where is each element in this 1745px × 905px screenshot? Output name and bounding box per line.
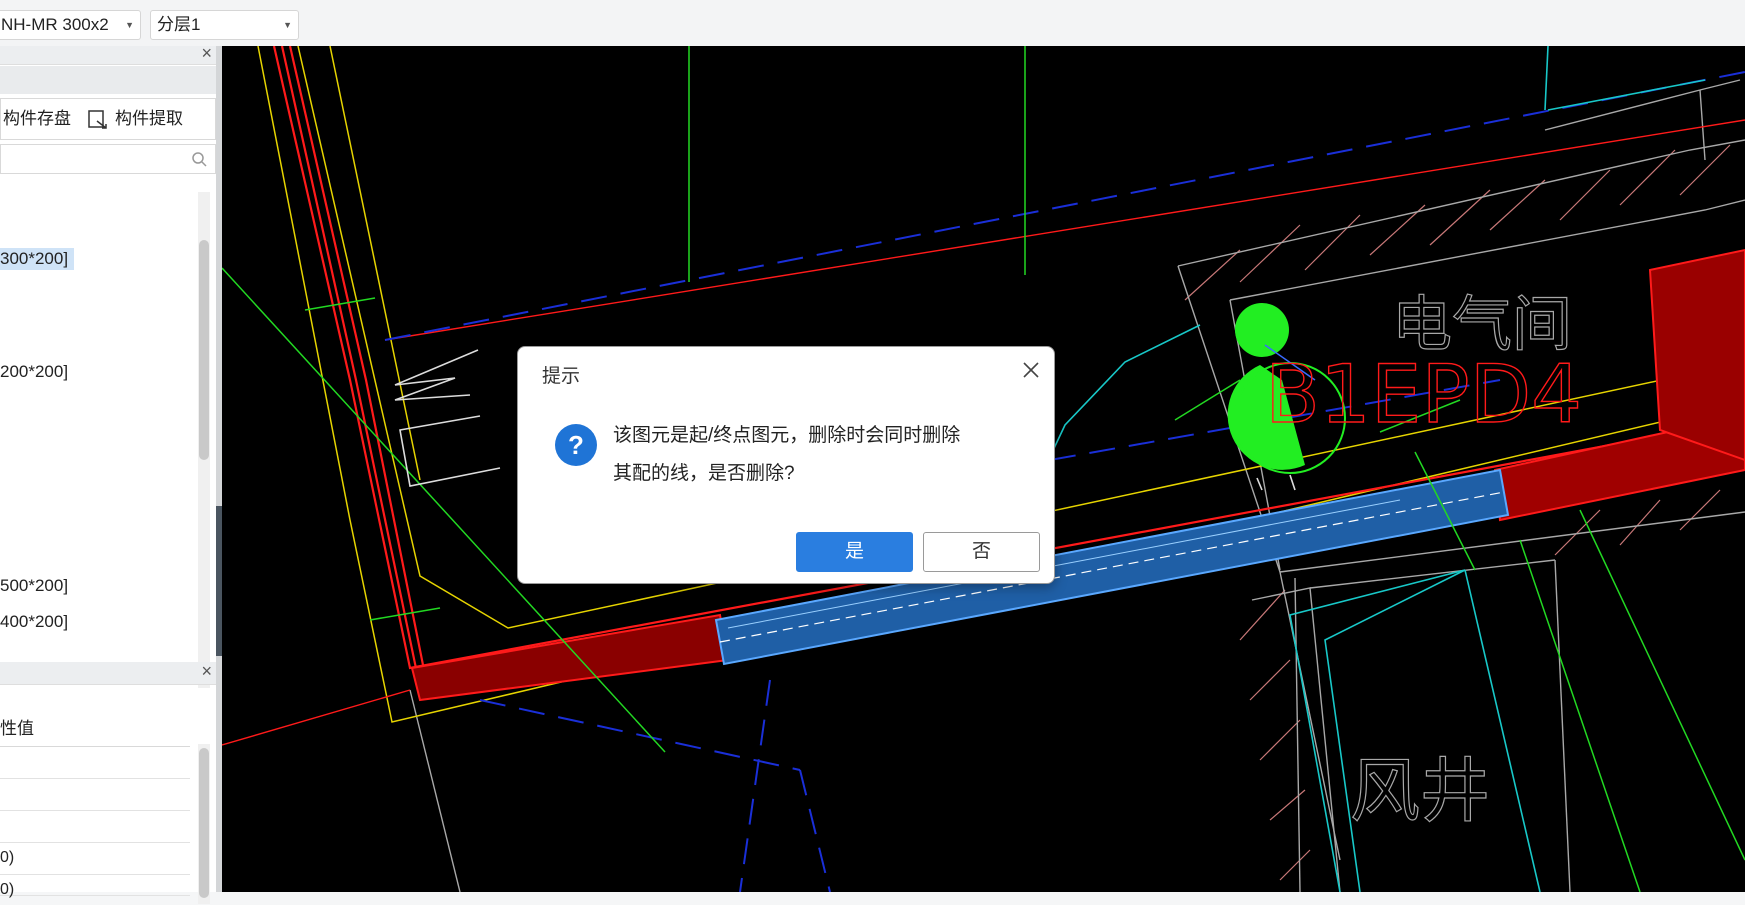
component-scrollbar-thumb[interactable] [199,240,209,460]
property-value-header: 性值 [0,712,190,747]
dropdown-arrow-icon: ▼ [283,20,292,30]
component-panel-header: × [0,43,222,65]
component-extract-button[interactable]: 构件提取 [115,99,183,139]
property-table: 性值 0) 0) [0,712,216,904]
property-row[interactable]: 0) [0,843,190,875]
property-scrollbar[interactable] [198,744,210,904]
component-scrollbar[interactable] [198,192,210,688]
dialog-title: 提示 [542,366,581,387]
property-row[interactable] [0,747,190,779]
extract-icon [87,109,109,136]
component-tree-item[interactable]: 300*200] [0,248,75,270]
question-icon: ? [555,424,597,466]
property-panel-header: × [0,661,222,685]
component-save-button[interactable]: 构件存盘 [3,99,71,139]
dropdown-arrow-icon: ▼ [125,20,134,30]
spec-select[interactable]: NH-MR 300x2 ▼ [0,10,141,40]
top-toolbar: NH-MR 300x2 ▼ 分层1 ▼ [0,0,1745,47]
component-search-input[interactable] [0,144,216,174]
confirm-dialog: 提示 ? 该图元是起/终点图元，删除时会同时删除 其配的线，是否删除? 是 否 [517,346,1055,584]
no-button[interactable]: 否 [923,532,1040,572]
search-icon [192,152,207,167]
component-tree-item[interactable]: 400*200] [0,612,68,632]
dialog-message: 该图元是起/终点图元，删除时会同时删除 其配的线，是否删除? [613,417,1033,493]
property-row[interactable]: 0) [0,875,190,898]
component-tree-item[interactable]: 200*200] [0,362,68,382]
shaft-label: 风井 [1350,750,1490,832]
component-toolbar: 构件存盘 构件提取 [0,98,216,140]
left-panel: × 构件存盘 构件提取 300*200] 200*200] 500*200] 4… [0,43,222,904]
close-icon[interactable]: × [201,43,212,64]
dialog-message-line: 该图元是起/终点图元，删除时会同时删除 [613,425,961,446]
layer-select[interactable]: 分层1 ▼ [150,10,299,40]
property-row[interactable] [0,811,190,843]
property-scrollbar-thumb[interactable] [199,748,209,898]
component-panel-strip [0,66,216,94]
yes-button[interactable]: 是 [796,532,913,572]
property-row[interactable] [0,779,190,811]
spec-select-value: NH-MR 300x2 [1,15,109,34]
component-tree-item[interactable]: 500*200] [0,576,68,596]
panel-label: B1EPD4 [1265,348,1582,441]
layer-select-value: 分层1 [157,15,201,34]
close-icon[interactable] [1020,359,1042,381]
close-icon[interactable]: × [201,661,212,682]
dialog-message-line: 其配的线，是否删除? [613,463,795,484]
